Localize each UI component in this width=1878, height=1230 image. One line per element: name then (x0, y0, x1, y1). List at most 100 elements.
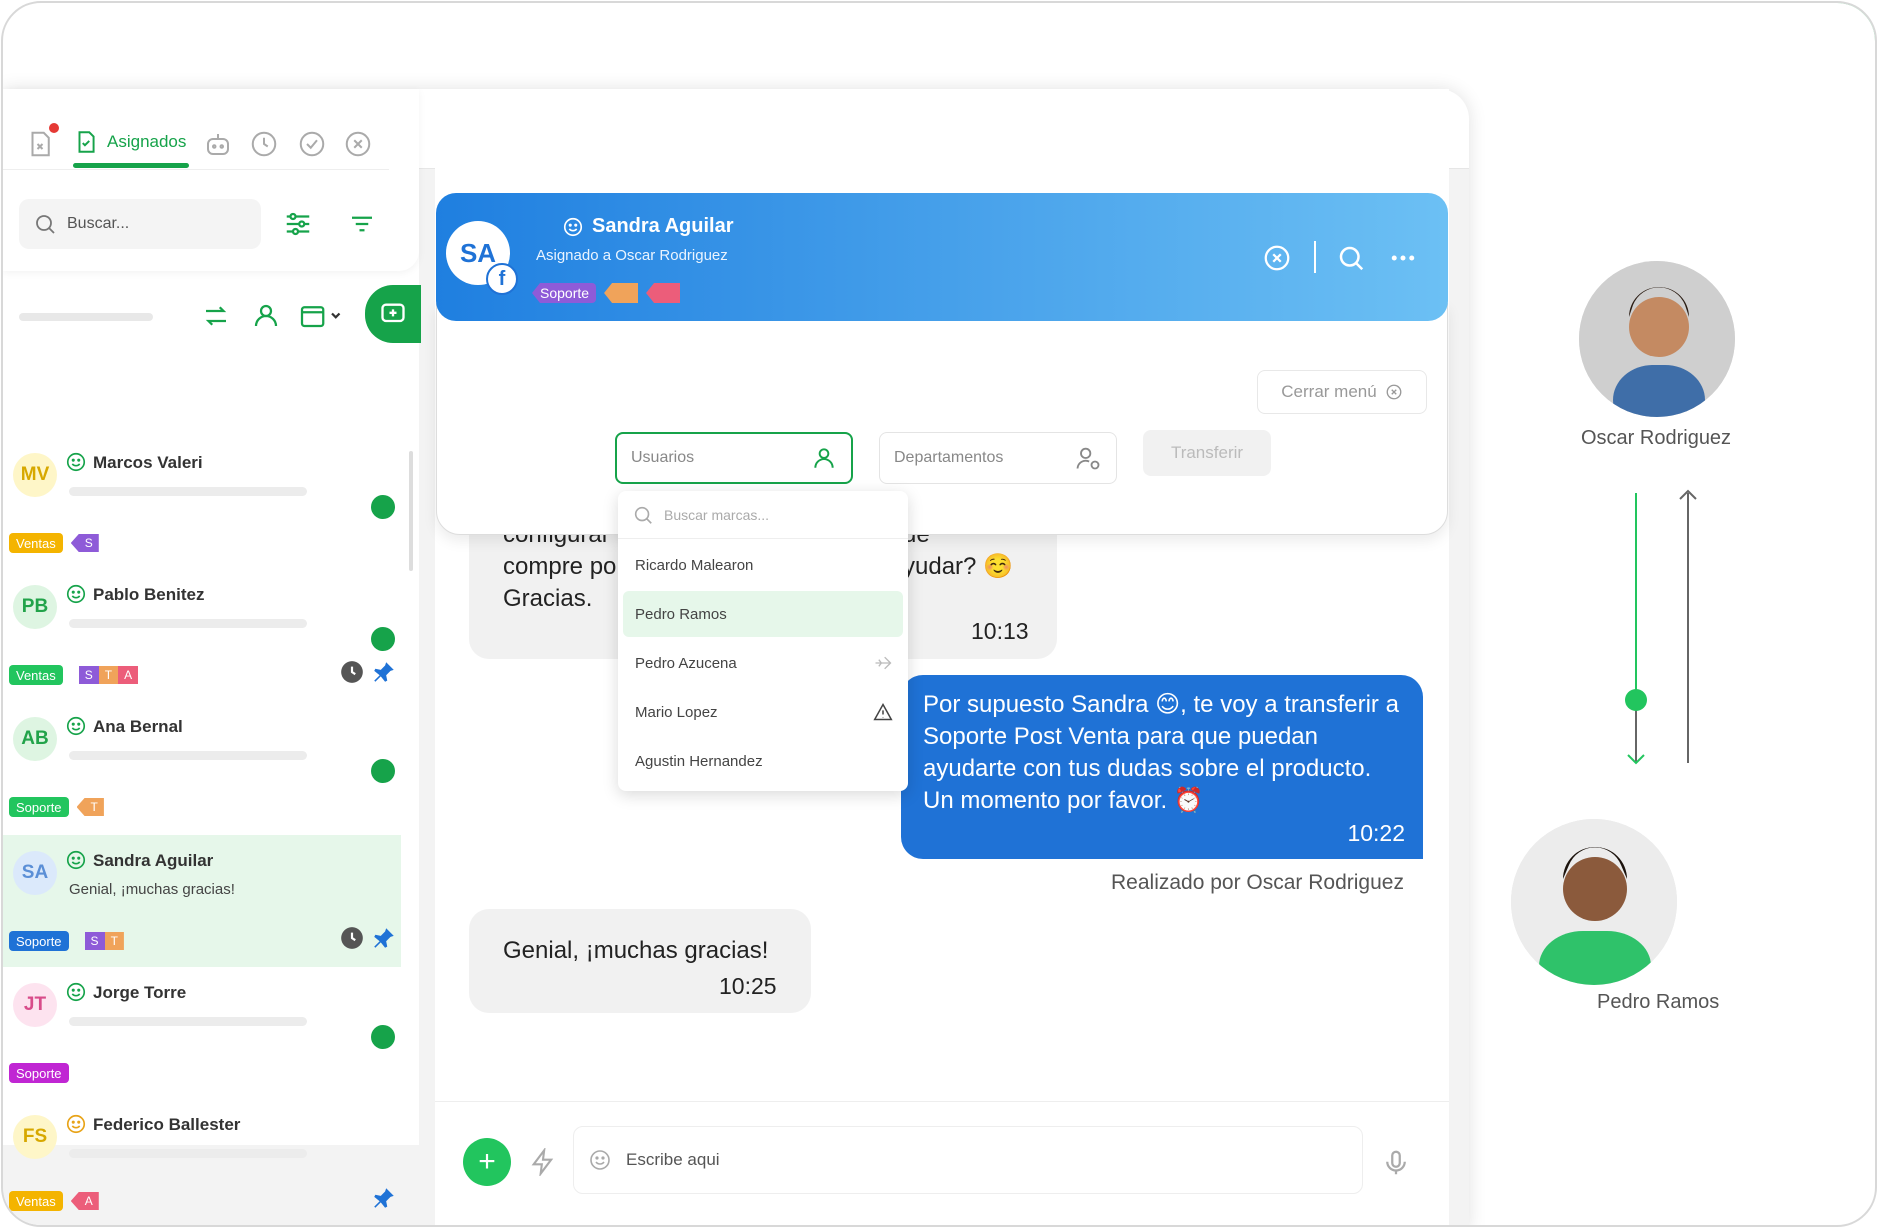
users-dropdown: Buscar marcas... Ricardo Malearon Pedro … (618, 491, 908, 791)
smile-icon (66, 982, 86, 1002)
transfer-line-progress (1635, 493, 1637, 693)
contact-name: Marcos Valeri (93, 453, 203, 472)
channel-tag[interactable]: Soporte (532, 283, 597, 303)
channel-tag[interactable]: Ventas (9, 665, 63, 685)
chat-header: SA f Sandra Aguilar Asignado a Oscar Rod… (436, 193, 1448, 321)
channel-tag[interactable]: Ventas (9, 1191, 63, 1211)
search-icon (634, 506, 652, 524)
tab-underline (73, 163, 189, 168)
transfer-button-label: Transferir (1170, 443, 1244, 462)
users-select[interactable]: Usuarios (615, 432, 853, 484)
tag-label: Soporte (540, 285, 590, 301)
message-incoming: Genial, ¡muchas gracias! 10:25 (469, 909, 811, 1013)
conversation-item[interactable]: AB Ana Bernal Soporte T (3, 701, 401, 833)
dropdown-search-placeholder: Buscar marcas... (664, 506, 770, 523)
emoji-icon (590, 1150, 610, 1170)
tag-label: Soporte (16, 799, 62, 815)
tag-label: Ventas (16, 1193, 56, 1209)
search-icon (36, 215, 55, 234)
transfer-button[interactable]: Transferir (1143, 430, 1271, 476)
more-options-icon[interactable] (1388, 243, 1418, 273)
facebook-icon: f (486, 263, 518, 295)
message-input[interactable]: Escribe aqui (573, 1126, 1363, 1194)
conversation-item-active[interactable]: SA Sandra Aguilar Genial, ¡muchas gracia… (3, 835, 401, 967)
channel-tag[interactable]: Soporte (9, 797, 69, 817)
user-option-selected[interactable]: Pedro Ramos (623, 591, 903, 637)
pin-icon[interactable] (371, 659, 397, 685)
user-option[interactable]: Mario Lopez (623, 689, 903, 735)
new-chat-button[interactable] (365, 285, 421, 343)
contact-name: Jorge Torre (93, 983, 187, 1002)
departments-placeholder: Departamentos (894, 449, 1004, 466)
message-time: 10:22 (1347, 820, 1405, 846)
user-assign-icon[interactable] (251, 301, 281, 331)
clock-icon (341, 661, 363, 683)
user-option[interactable]: Pedro Azucena (623, 640, 903, 686)
smile-icon (66, 850, 86, 870)
channel-tag[interactable]: Ventas (9, 533, 63, 553)
search-input[interactable]: Buscar... (19, 199, 261, 249)
smile-icon (66, 452, 86, 472)
conversation-item[interactable]: JT Jorge Torre Soporte (3, 967, 401, 1099)
tag-label: Soporte (16, 933, 62, 949)
dropdown-search-input[interactable]: Buscar marcas... (618, 491, 908, 539)
preview-placeholder (69, 619, 307, 628)
bolt-icon[interactable] (529, 1148, 557, 1176)
tag-list: Soporte T (9, 797, 104, 817)
calendar-dropdown-icon[interactable] (299, 301, 345, 331)
mark-label: A (118, 666, 139, 684)
close-menu-button[interactable]: Cerrar menú (1257, 370, 1427, 414)
mark-tag (646, 283, 681, 303)
tag-label: Ventas (16, 667, 56, 683)
online-indicator (371, 1025, 395, 1049)
mark-label: T (104, 932, 124, 950)
to-agent-name: Pedro Ramos (1597, 991, 1720, 1013)
swap-icon[interactable] (201, 301, 231, 331)
panel-header: Asignados Buscar... (3, 89, 419, 271)
close-conversation-icon[interactable] (1262, 243, 1292, 273)
mark-label: A (84, 1194, 93, 1208)
online-indicator (371, 759, 395, 783)
add-attachment-button[interactable]: + (463, 1138, 511, 1186)
transfer-menu: Cerrar menú Usuarios Departamentos Trans… (436, 303, 1448, 535)
tab-assigned[interactable]: Asignados (73, 127, 186, 157)
contact-name: Ana Bernal (93, 717, 183, 736)
contact-avatar: JT (13, 983, 57, 1027)
smile-icon (66, 716, 86, 736)
warning-icon (873, 702, 893, 721)
close-circle-icon[interactable] (343, 129, 373, 159)
contact-avatar: AB (13, 717, 57, 761)
mark-group: A (70, 1192, 99, 1210)
clock-icon[interactable] (249, 129, 279, 159)
channel-tag[interactable]: Soporte (9, 931, 69, 951)
filter-icon[interactable] (347, 209, 377, 239)
last-message-preview: Genial, ¡muchas gracias! (69, 881, 235, 898)
mark-group: S T A (71, 666, 139, 684)
departments-select[interactable]: Departamentos (879, 432, 1117, 484)
pin-icon[interactable] (371, 925, 397, 951)
sliders-icon[interactable] (283, 209, 313, 239)
check-circle-icon[interactable] (297, 129, 327, 159)
microphone-icon[interactable] (1381, 1148, 1411, 1178)
arrow-down-icon (1627, 754, 1645, 765)
user-option[interactable]: Ricardo Malearon (623, 542, 903, 588)
scrollbar[interactable] (409, 451, 413, 571)
bot-icon[interactable] (203, 129, 233, 159)
conversation-item[interactable]: MV Marcos Valeri Ventas S (3, 437, 401, 569)
channel-tag[interactable]: Soporte (9, 1063, 69, 1083)
search-icon[interactable] (1336, 243, 1366, 273)
unread-dot (49, 123, 59, 133)
conversation-item[interactable]: PB Pablo Benitez Ventas S T A (3, 569, 401, 701)
contact-avatar: MV (13, 453, 57, 497)
smile-icon (66, 584, 86, 604)
mark-tag (604, 283, 639, 303)
user-option[interactable]: Agustin Hernandez (623, 738, 903, 784)
clock-icon (341, 927, 363, 949)
document-check-icon (78, 131, 95, 153)
tab-unassigned-icon[interactable] (25, 129, 55, 159)
mark-group: S (70, 534, 99, 552)
conversation-item[interactable]: FS Federico Ballester Ventas A (3, 1099, 401, 1225)
contact-avatar: FS (13, 1115, 57, 1159)
pin-icon[interactable] (371, 1185, 397, 1211)
message-placeholder: Escribe aqui (626, 1150, 720, 1169)
